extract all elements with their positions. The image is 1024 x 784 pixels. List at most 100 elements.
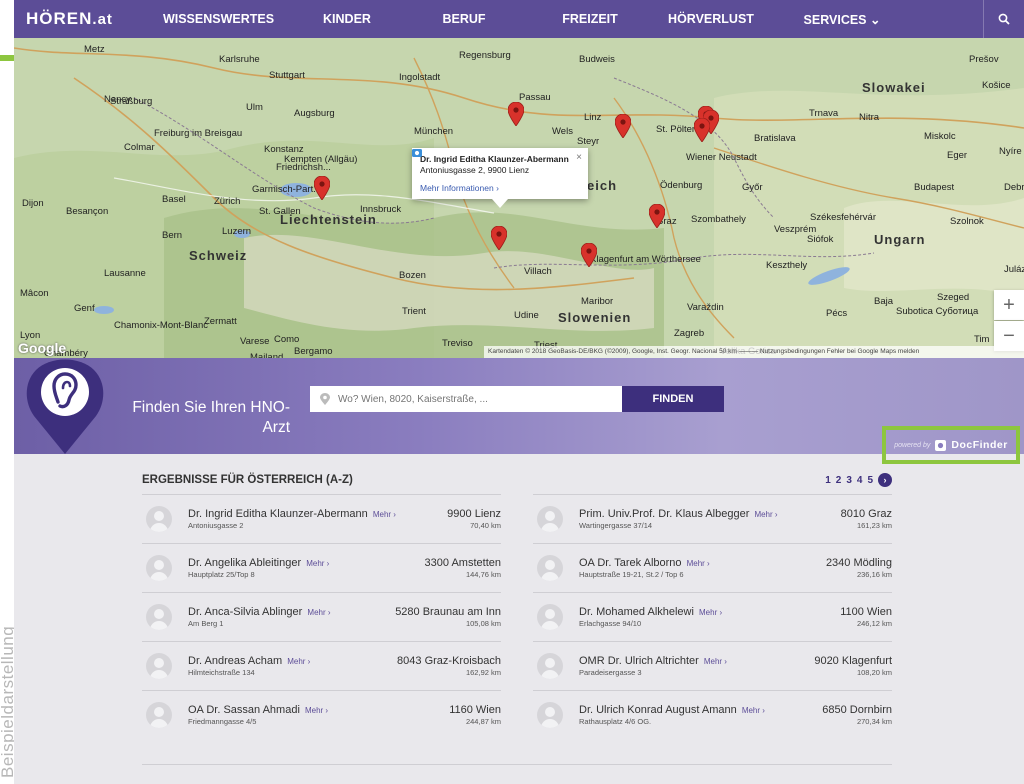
docfinder-logo-icon xyxy=(935,439,947,451)
map-city-label: Ödenburg xyxy=(660,180,703,191)
result-entry[interactable]: Dr. Andreas Acham Mehr › Hilmteichstraße … xyxy=(142,641,501,690)
zoom-in-button[interactable]: + xyxy=(994,290,1024,320)
map-city-label: Steyr xyxy=(577,136,600,147)
map-marker-icon[interactable] xyxy=(314,176,330,200)
nav-item-5[interactable]: SERVICES ⌄ xyxy=(767,12,917,27)
map-marker-icon[interactable] xyxy=(508,102,524,126)
results-column-left: Dr. Ingrid Editha Klaunzer-Abermann Mehr… xyxy=(142,494,501,739)
google-logo[interactable]: Google xyxy=(18,340,66,356)
more-link[interactable]: Mehr › xyxy=(754,510,777,519)
nav-menu: WISSENSWERTES KINDER BERUF FREIZEIT HÖRVERLU… xyxy=(146,12,983,27)
map-marker-icon[interactable] xyxy=(615,114,631,138)
more-link[interactable]: Mehr › xyxy=(306,559,329,568)
map-city-label: Varese xyxy=(240,336,270,347)
more-link[interactable]: Mehr › xyxy=(287,657,310,666)
doctor-name[interactable]: OMR Dr. Ulrich Altrichter xyxy=(579,655,699,667)
map-marker-icon[interactable] xyxy=(649,204,665,228)
map-city-label: Dijon xyxy=(22,198,44,209)
map-marker-icon[interactable] xyxy=(694,118,710,142)
close-icon[interactable]: × xyxy=(576,152,582,163)
result-entry[interactable]: Dr. Ingrid Editha Klaunzer-Abermann Mehr… xyxy=(142,494,501,543)
map[interactable]: Metz Karlsruhe Regensburg Budweis Prešov Stut… xyxy=(14,38,1024,358)
doctor-address: Am Berg 1 xyxy=(188,619,224,628)
doctor-name[interactable]: Dr. Mohamed Alkhelewi xyxy=(579,606,694,618)
powered-by-docfinder[interactable]: powered by DocFinder xyxy=(882,426,1020,464)
more-link[interactable]: Mehr › xyxy=(305,706,328,715)
doctor-distance: 108,20 km xyxy=(856,668,892,677)
map-city-label: Nyíre xyxy=(999,146,1022,157)
result-entry[interactable]: Dr. Anca-Silvia Ablinger Mehr › Am Berg 1… xyxy=(142,592,501,641)
page-link-4[interactable]: 4 xyxy=(857,475,863,486)
map-city-label: Como xyxy=(274,334,300,345)
map-city-label: Szombathely xyxy=(691,214,746,225)
nav-item-2[interactable]: BERUF xyxy=(403,12,525,27)
map-city-label: Debre xyxy=(1004,182,1024,193)
result-entry[interactable]: OA Dr. Sassan Ahmadi Mehr › Friedmanngass… xyxy=(142,690,501,739)
page-link-5[interactable]: 5 xyxy=(867,475,873,486)
doctor-name-line: OA Dr. Tarek Alborno Mehr › xyxy=(579,557,826,569)
doctor-distance: 162,92 km xyxy=(465,668,501,677)
doctor-address: Hauptstraße 19-21, St.2 / Top 6 xyxy=(579,570,684,579)
doctor-name[interactable]: OA Dr. Sassan Ahmadi xyxy=(188,704,300,716)
map-marker-icon[interactable] xyxy=(491,226,507,250)
nav-item-4[interactable]: HÖRVERLUST xyxy=(655,12,767,27)
result-entry[interactable]: OMR Dr. Ulrich Altrichter Mehr › Paradeis… xyxy=(533,641,892,690)
more-link[interactable]: Mehr › xyxy=(704,657,727,666)
map-attribution[interactable]: Kartendaten © 2018 GeoBasis-DE/BKG (©200… xyxy=(484,346,1024,358)
doctor-name-line: Dr. Angelika Ableitinger Mehr › xyxy=(188,557,425,569)
more-link[interactable]: Mehr › xyxy=(307,608,330,617)
site-logo[interactable]: HÖREN .at xyxy=(14,0,146,38)
nav-item-3[interactable]: FREIZEIT xyxy=(525,12,655,27)
result-entry[interactable]: Dr. Mohamed Alkhelewi Mehr › Erlachgasse … xyxy=(533,592,892,641)
search-input[interactable] xyxy=(336,392,600,406)
find-button[interactable]: FINDEN xyxy=(622,386,724,412)
nav-item-1[interactable]: KINDER xyxy=(291,12,403,27)
doctor-avatar-icon xyxy=(537,604,563,630)
map-city-label: Zagreb xyxy=(674,328,705,339)
map-marker-icon[interactable] xyxy=(581,243,597,267)
next-page-icon[interactable]: › xyxy=(878,473,892,487)
doctor-name[interactable]: Dr. Ingrid Editha Klaunzer-Abermann xyxy=(188,508,368,520)
doctor-avatar-icon xyxy=(146,702,172,728)
doctor-name[interactable]: Dr. Anca-Silvia Ablinger xyxy=(188,606,302,618)
map-country-label: Slowakei xyxy=(862,80,926,95)
doctor-name-line: Dr. Anca-Silvia Ablinger Mehr › xyxy=(188,606,395,618)
more-link[interactable]: Mehr › xyxy=(742,706,765,715)
page-link-3[interactable]: 3 xyxy=(846,475,852,486)
map-info-window[interactable]: × Dr. Ingrid Editha Klaunzer-Abermann An… xyxy=(412,148,588,208)
doctor-city: 3300 Amstetten xyxy=(424,557,501,569)
doctor-name[interactable]: OA Dr. Tarek Alborno xyxy=(579,557,682,569)
doctor-name[interactable]: Dr. Ulrich Konrad August Amann xyxy=(579,704,737,716)
map-city-label: Friedrichsh... xyxy=(276,162,331,173)
map-city-label: Eger xyxy=(947,150,968,161)
result-entry[interactable]: Prim. Univ.Prof. Dr. Klaus Albegger Mehr… xyxy=(533,494,892,543)
search-icon[interactable] xyxy=(983,0,1024,38)
map-city-label: Villach xyxy=(524,266,552,277)
location-search-field[interactable] xyxy=(310,386,622,412)
map-city-label: Basel xyxy=(162,194,186,205)
map-city-label: Klagenfurt am Wörthersee xyxy=(590,254,701,265)
nav-item-0[interactable]: WISSENSWERTES xyxy=(146,12,291,27)
doctor-name[interactable]: Dr. Angelika Ableitinger xyxy=(188,557,301,569)
doctor-avatar-icon xyxy=(146,653,172,679)
page-link-1[interactable]: 1 xyxy=(825,475,831,486)
doctor-name[interactable]: Prim. Univ.Prof. Dr. Klaus Albegger xyxy=(579,508,749,520)
doctor-address: Friedmanngasse 4/5 xyxy=(188,717,257,726)
map-city-label: Augsburg xyxy=(294,108,335,119)
more-link[interactable]: Mehr › xyxy=(687,559,710,568)
page-link-2[interactable]: 2 xyxy=(836,475,842,486)
result-entry[interactable]: Dr. Angelika Ableitinger Mehr › Hauptplat… xyxy=(142,543,501,592)
doctor-address: Antoniusgasse 2 xyxy=(188,521,244,530)
doctor-name[interactable]: Dr. Andreas Acham xyxy=(188,655,282,667)
more-link[interactable]: Mehr › xyxy=(373,510,396,519)
doctor-avatar-icon xyxy=(146,506,172,532)
map-city-label: Chamonix-Mont-Blanc xyxy=(114,320,208,331)
more-link[interactable]: Mehr › xyxy=(699,608,722,617)
doctor-name-line: Dr. Mohamed Alkhelewi Mehr › xyxy=(579,606,840,618)
info-window-more-link[interactable]: Mehr Informationen › xyxy=(412,149,580,193)
result-entry[interactable]: OA Dr. Tarek Alborno Mehr › Hauptstraße 1… xyxy=(533,543,892,592)
doctor-name-line: OMR Dr. Ulrich Altrichter Mehr › xyxy=(579,655,814,667)
result-entry[interactable]: Dr. Ulrich Konrad August Amann Mehr › Rat… xyxy=(533,690,892,739)
powered-by-brand: DocFinder xyxy=(951,439,1008,451)
map-city-label: Košice xyxy=(982,80,1011,91)
